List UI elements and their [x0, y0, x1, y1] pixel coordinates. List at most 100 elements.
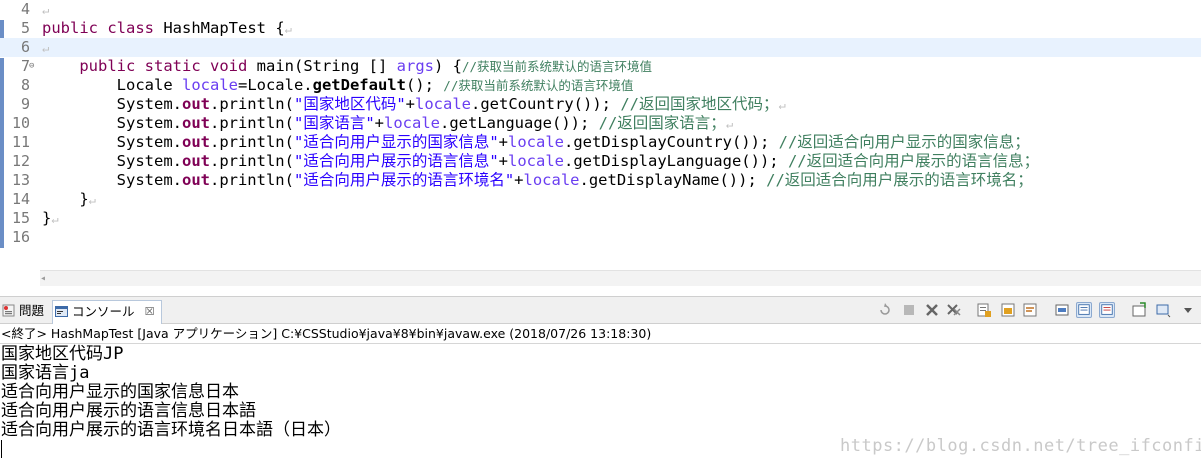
- code-token: ) {: [433, 57, 462, 75]
- code-token: +: [498, 133, 508, 151]
- show-on-error-icon[interactable]: [1099, 302, 1115, 318]
- code-comment: //返回适合向用户展示的语言信息；: [787, 152, 1040, 170]
- tab-problems[interactable]: 問題: [0, 300, 44, 322]
- code-line[interactable]: 5 public class HashMapTest {↵: [0, 19, 1201, 38]
- line-number: 15: [11, 209, 30, 227]
- code-token: ();: [405, 76, 444, 94]
- code-line[interactable]: 12 System.out.println("适合向用户展示的语言信息"+loc…: [0, 152, 1201, 171]
- code-token: +: [498, 152, 508, 170]
- code-token: .getDisplayCountry());: [564, 133, 779, 151]
- scroll-lock-icon[interactable]: [1000, 302, 1016, 318]
- code-comment: //返回国家语言；: [598, 114, 726, 132]
- code-token: .println(: [209, 133, 294, 151]
- display-console-icon[interactable]: [1155, 302, 1171, 318]
- code-comment: //返回适合向用户显示的国家信息；: [778, 133, 1030, 151]
- code-comment: //返回适合向用户展示的语言环境名；: [766, 171, 1033, 189]
- watermark: https://blog.csdn.net/tree_ifconfig: [840, 436, 1201, 456]
- view-menu-icon[interactable]: [1180, 302, 1196, 318]
- scroll-left-arrow-icon[interactable]: ◂: [40, 273, 46, 284]
- code-token: locale: [384, 114, 440, 132]
- line-end-marker: ↵: [51, 212, 59, 226]
- line-number: 7: [20, 57, 30, 75]
- code-token: +: [514, 171, 524, 189]
- code-line[interactable]: 14 }↵: [0, 190, 1201, 209]
- code-token: void: [210, 57, 248, 75]
- code-token: locale: [415, 95, 471, 113]
- code-token: public: [79, 57, 136, 75]
- code-line[interactable]: 6 ↵: [0, 38, 1201, 57]
- tab-console[interactable]: コンソール ☒: [52, 300, 162, 325]
- code-editor[interactable]: 4 ↵ 5 public class HashMapTest {↵ 6 ↵ 7 ⊖ publi…: [0, 0, 1201, 286]
- horizontal-scrollbar[interactable]: ◂: [40, 270, 1201, 286]
- word-wrap-icon[interactable]: [1022, 302, 1038, 318]
- code-line[interactable]: 8 Locale locale=Locale.getDefault(); //获…: [0, 76, 1201, 95]
- code-text: public static void main(String [] args) …: [42, 57, 652, 76]
- code-string: "国家地区代码": [293, 95, 406, 113]
- code-line[interactable]: 11 System.out.println("适合向用户显示的国家信息"+loc…: [0, 133, 1201, 152]
- code-text: public class HashMapTest {↵: [42, 19, 292, 39]
- code-token: System.: [42, 95, 182, 113]
- code-token: System.: [42, 114, 182, 132]
- tab-console-label: コンソール: [72, 304, 135, 319]
- code-line[interactable]: 4 ↵: [0, 0, 1201, 19]
- clear-console-icon[interactable]: [976, 302, 992, 318]
- code-token: main(String []: [247, 57, 397, 75]
- code-text: System.out.println("国家语言"+locale.getLang…: [42, 114, 733, 134]
- code-line[interactable]: 7 ⊖ public static void main(String [] arg…: [0, 57, 1201, 76]
- line-number: 4: [20, 0, 30, 18]
- line-number: 11: [11, 133, 30, 151]
- line-end-marker: ↵: [778, 98, 786, 112]
- pin-console-icon[interactable]: [1054, 302, 1070, 318]
- line-number: 6: [20, 38, 30, 56]
- code-token: locale: [508, 152, 564, 170]
- code-text: }↵: [42, 190, 96, 210]
- open-console-icon[interactable]: [1131, 302, 1147, 318]
- code-token: getDefault: [312, 76, 406, 94]
- code-line[interactable]: 13 System.out.println("适合向用户展示的语言环境名"+lo…: [0, 171, 1201, 190]
- code-token: System.: [42, 171, 182, 189]
- terminate-icon[interactable]: [901, 302, 917, 318]
- code-text: ↵: [42, 0, 49, 20]
- tab-problems-label: 問題: [19, 303, 45, 318]
- fold-toggle-icon[interactable]: ⊖: [29, 57, 34, 76]
- console-output-line: 适合向用户展示的语言环境名日本語（日本）: [1, 420, 341, 440]
- console-output-line: 适合向用户显示的国家信息日本: [1, 382, 239, 402]
- code-token: .println(: [209, 171, 294, 189]
- code-token: class: [107, 19, 155, 37]
- code-line[interactable]: 10 System.out.println("国家语言"+locale.getL…: [0, 114, 1201, 133]
- code-token: System.: [42, 133, 182, 151]
- console-view-bar: 問題 コンソール ☒: [0, 296, 1201, 325]
- console-output-line: 适合向用户展示的语言信息日本語: [1, 401, 256, 421]
- code-text: Locale locale=Locale.getDefault(); //获取当…: [42, 76, 634, 95]
- line-number: 10: [11, 114, 30, 132]
- code-text: }↵: [42, 209, 59, 229]
- remove-launch-icon[interactable]: [877, 302, 893, 318]
- code-string: "国家语言": [293, 114, 375, 132]
- code-string: "适合向用户展示的语言环境名": [293, 171, 515, 189]
- code-token: locale: [523, 171, 580, 189]
- line-number: 9: [20, 95, 30, 113]
- line-number: 8: [20, 76, 30, 94]
- console-output-line: 国家语言ja: [1, 363, 90, 383]
- line-number: 5: [20, 19, 30, 37]
- code-line[interactable]: 16: [0, 228, 1201, 247]
- line-end-marker: ↵: [725, 117, 734, 131]
- remove-all-icon[interactable]: [946, 302, 962, 318]
- code-token: +: [405, 95, 415, 113]
- show-on-output-icon[interactable]: [1076, 302, 1092, 318]
- code-token: out: [181, 133, 210, 151]
- code-token: =Locale.: [237, 76, 313, 94]
- remove-icon[interactable]: [924, 302, 940, 318]
- console-launch-header: <終了> HashMapTest [Java アプリケーション] C:¥CSSt…: [0, 324, 1201, 344]
- code-line[interactable]: 15 }↵: [0, 209, 1201, 228]
- code-token: .getDisplayLanguage());: [564, 152, 788, 170]
- code-token: out: [181, 152, 210, 170]
- code-token: .getCountry());: [471, 95, 621, 113]
- code-token: out: [181, 95, 210, 113]
- code-line[interactable]: 9 System.out.println("国家地区代码"+locale.get…: [0, 95, 1201, 114]
- code-text: System.out.println("适合向用户展示的语言信息"+locale…: [42, 152, 1040, 171]
- close-tab-icon[interactable]: ☒: [145, 301, 155, 323]
